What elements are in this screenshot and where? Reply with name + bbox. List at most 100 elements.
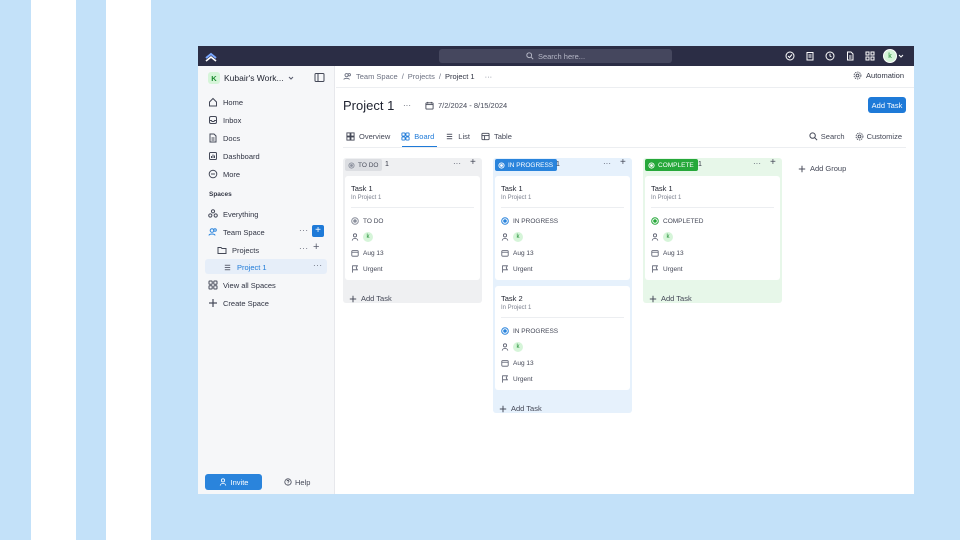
task-card[interactable]: Task 1 In Project 1 TO DO k Aug 13 Urgent: [345, 176, 480, 280]
projects-more-icon[interactable]: ···: [299, 244, 309, 253]
workspace-switcher[interactable]: K Kubair's Work...: [208, 71, 294, 85]
status-pill[interactable]: TO DO: [345, 159, 383, 171]
task-card[interactable]: Task 2 In Project 1 IN PROGRESS k Aug 13 Urge…: [495, 286, 630, 390]
task-assignee-row[interactable]: k: [501, 342, 523, 352]
status-pill[interactable]: IN PROGRESS: [495, 159, 558, 171]
task-title[interactable]: Task 1: [351, 184, 373, 193]
task-priority-row[interactable]: Urgent: [351, 264, 383, 274]
task-priority-row[interactable]: Urgent: [501, 374, 533, 384]
page-more-icon[interactable]: ···: [403, 101, 411, 110]
task-due-row[interactable]: Aug 13: [351, 248, 384, 258]
tab-label: Overview: [359, 131, 391, 141]
breadcrumb-project-1[interactable]: Project 1: [445, 72, 475, 81]
column-add-icon[interactable]: +: [620, 157, 626, 168]
flag-icon: [502, 265, 509, 273]
sidebar-item-docs[interactable]: Docs: [208, 132, 240, 144]
invite-button[interactable]: Invite: [205, 474, 262, 490]
user-avatar[interactable]: k: [883, 49, 897, 63]
home-icon: [209, 97, 217, 107]
search-button[interactable]: Search: [809, 130, 845, 142]
task-due-date: Aug 13: [513, 249, 534, 257]
breadcrumb-team-space[interactable]: Team Space: [356, 72, 398, 81]
invite-label: Invite: [230, 477, 249, 487]
check-circle-icon[interactable]: [783, 49, 797, 63]
breadcrumb-separator: /: [401, 72, 404, 81]
assignee-avatar[interactable]: k: [363, 232, 373, 242]
collapse-sidebar-icon[interactable]: [314, 72, 325, 83]
card-divider: [651, 207, 774, 208]
chevron-down-icon[interactable]: [897, 49, 905, 63]
add-task-button[interactable]: Add Task: [868, 97, 906, 113]
column-more-icon[interactable]: ···: [453, 159, 461, 168]
tab-board[interactable]: Board: [401, 130, 434, 142]
task-due-row[interactable]: Aug 13: [501, 248, 534, 258]
task-assignee-row[interactable]: k: [351, 232, 373, 242]
add-task-in-column-button[interactable]: Add Task: [499, 404, 542, 413]
sidebar-item-create-space[interactable]: Create Space: [208, 297, 269, 309]
topbar-icons: k: [783, 49, 905, 63]
task-status-row[interactable]: IN PROGRESS: [501, 326, 558, 336]
task-title[interactable]: Task 1: [651, 184, 673, 193]
project-1-more-icon[interactable]: ···: [313, 261, 323, 270]
assignee-avatar[interactable]: k: [513, 232, 523, 242]
automation-button[interactable]: Automation: [853, 71, 904, 80]
workspace-name: Kubair's Work...: [224, 73, 284, 83]
sidebar-item-view-all-spaces[interactable]: View all Spaces: [208, 279, 276, 291]
column-add-icon[interactable]: +: [770, 157, 776, 168]
task-status-row[interactable]: IN PROGRESS: [501, 216, 558, 226]
document-icon[interactable]: [843, 49, 857, 63]
apps-grid-icon[interactable]: [863, 49, 877, 63]
add-task-in-column-button[interactable]: Add Task: [349, 294, 392, 303]
clock-icon[interactable]: [823, 49, 837, 63]
sidebar-item-more[interactable]: More: [208, 168, 240, 180]
tab-table[interactable]: Table: [481, 130, 512, 142]
add-group-button[interactable]: Add Group: [798, 164, 846, 173]
projects-add-icon[interactable]: +: [313, 241, 320, 253]
task-status-row[interactable]: COMPLETED: [651, 216, 703, 226]
task-assignee-row[interactable]: k: [651, 232, 673, 242]
board-column-complete: COMPLETE 1 ··· + Task 1 In Project 1 COMPL…: [643, 157, 782, 303]
tab-list[interactable]: List: [445, 130, 470, 142]
tabs-divider: [343, 147, 906, 148]
team-space-more-icon[interactable]: ···: [299, 226, 309, 235]
assignee-avatar[interactable]: k: [663, 232, 673, 242]
assignee-avatar[interactable]: k: [513, 342, 523, 352]
breadcrumb-projects[interactable]: Projects: [408, 72, 435, 81]
column-more-icon[interactable]: ···: [603, 159, 611, 168]
add-to-team-space-button[interactable]: +: [312, 225, 324, 237]
app-logo-icon[interactable]: [205, 50, 217, 62]
sidebar-item-home[interactable]: Home: [208, 96, 243, 108]
app-window: Search here... k K Kubair's Work... Home…: [198, 46, 914, 494]
column-more-icon[interactable]: ···: [753, 159, 761, 168]
add-task-in-column-button[interactable]: Add Task: [649, 294, 692, 303]
tab-overview[interactable]: Overview: [346, 130, 390, 142]
task-due-row[interactable]: Aug 13: [651, 248, 684, 258]
help-button[interactable]: Help: [284, 474, 324, 490]
column-add-icon[interactable]: +: [470, 157, 476, 168]
sidebar-item-project-1[interactable]: Project 1: [223, 261, 267, 273]
clipboard-icon[interactable]: [803, 49, 817, 63]
sidebar-item-dashboard[interactable]: Dashboard: [208, 150, 260, 162]
task-priority-row[interactable]: Urgent: [501, 264, 533, 274]
task-assignee-row[interactable]: k: [501, 232, 523, 242]
sidebar-item-inbox[interactable]: Inbox: [208, 114, 241, 126]
status-pill[interactable]: COMPLETE: [645, 159, 698, 171]
task-title[interactable]: Task 2: [501, 294, 523, 303]
task-due-row[interactable]: Aug 13: [501, 358, 534, 368]
task-status-row[interactable]: TO DO: [351, 216, 383, 226]
task-card[interactable]: Task 1 In Project 1 IN PROGRESS k Aug 13 Urge…: [495, 176, 630, 280]
search-label: Search: [820, 131, 845, 141]
task-card[interactable]: Task 1 In Project 1 COMPLETED k Aug 13 Urgent: [645, 176, 780, 280]
customize-button[interactable]: Customize: [855, 130, 902, 142]
flag-icon: [352, 265, 359, 273]
sidebar-item-everything[interactable]: Everything: [208, 208, 258, 220]
task-priority-row[interactable]: Urgent: [651, 264, 683, 274]
sidebar-item-team-space[interactable]: Team Space: [208, 226, 265, 238]
task-title[interactable]: Task 1: [501, 184, 523, 193]
task-count: 1: [385, 161, 389, 168]
date-range[interactable]: 7/2/2024 - 8/15/2024: [425, 101, 507, 110]
global-search-input[interactable]: Search here...: [439, 49, 672, 63]
sidebar-item-projects[interactable]: Projects: [217, 244, 259, 256]
breadcrumb-more-icon[interactable]: ···: [485, 72, 493, 81]
column-header: COMPLETE 1 ··· +: [643, 157, 782, 172]
